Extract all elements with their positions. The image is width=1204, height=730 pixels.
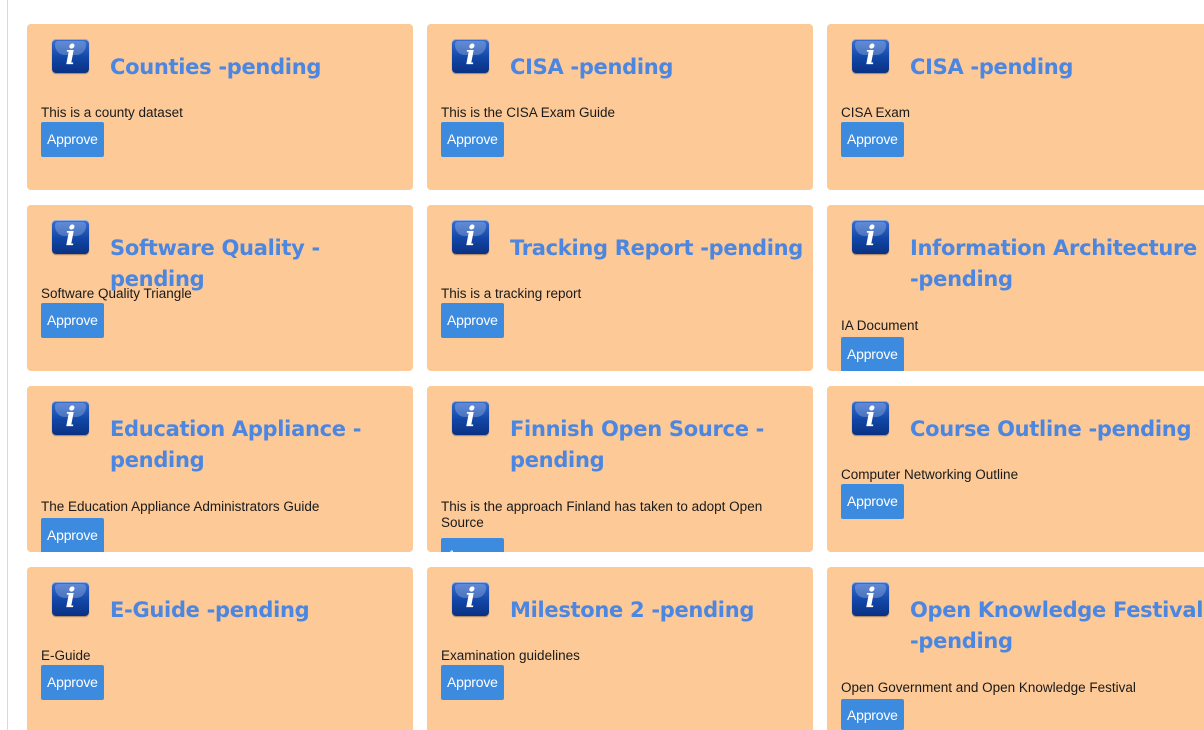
info-icon: i [852, 220, 889, 254]
card-title[interactable]: Information Architecture -pending [910, 233, 1204, 295]
approve-button[interactable]: Approve [841, 122, 904, 157]
approve-button[interactable]: Approve [41, 303, 104, 338]
card-description: CISA Exam [841, 105, 911, 120]
dataset-card: i Open Knowledge Festival -pending Open … [827, 567, 1204, 730]
dataset-card: i Milestone 2 -pending Examination guide… [427, 567, 813, 730]
approve-button[interactable]: Approve [441, 538, 504, 552]
card-title[interactable]: Finnish Open Source -pending [510, 414, 770, 476]
card-title[interactable]: Milestone 2 -pending [510, 595, 810, 626]
dataset-card: i CISA -pending This is the CISA Exam Gu… [427, 24, 813, 190]
dataset-card: i Education Appliance -pending The Educa… [27, 386, 413, 552]
approve-button[interactable]: Approve [441, 303, 504, 338]
approve-button[interactable]: Approve [41, 665, 104, 700]
approve-button[interactable]: Approve [841, 337, 904, 371]
info-icon: i [452, 401, 489, 435]
approve-button[interactable]: Approve [41, 518, 104, 552]
card-description: The Education Appliance Administrators G… [41, 499, 320, 514]
dataset-card: i E-Guide -pending E-Guide Approve [27, 567, 413, 730]
info-icon: i [452, 582, 489, 616]
card-description: This is a tracking report [441, 286, 582, 301]
card-description: This is a county dataset [41, 105, 183, 120]
approve-button[interactable]: Approve [441, 665, 504, 700]
left-divider [7, 0, 8, 730]
approve-button[interactable]: Approve [441, 122, 504, 157]
card-title[interactable]: Tracking Report -pending [510, 233, 810, 264]
card-description: Open Government and Open Knowledge Festi… [841, 680, 1136, 695]
info-icon: i [52, 220, 89, 254]
dataset-card: i Course Outline -pending Computer Netwo… [827, 386, 1204, 552]
card-description: This is the approach Finland has taken t… [441, 499, 763, 530]
info-icon: i [852, 582, 889, 616]
info-icon: i [52, 39, 89, 73]
card-title[interactable]: Open Knowledge Festival -pending [910, 595, 1204, 657]
dataset-card: i Tracking Report -pending This is a tra… [427, 205, 813, 371]
card-title[interactable]: Counties -pending [110, 52, 410, 83]
info-icon: i [852, 401, 889, 435]
info-icon: i [852, 39, 889, 73]
info-icon: i [52, 582, 89, 616]
card-description: E-Guide [41, 648, 91, 663]
dataset-card: i Finnish Open Source -pending This is t… [427, 386, 813, 552]
card-description: Examination guidelines [441, 648, 580, 663]
approve-button[interactable]: Approve [841, 484, 904, 519]
card-description: Computer Networking Outline [841, 467, 1019, 482]
card-title[interactable]: E-Guide -pending [110, 595, 410, 626]
dataset-card: i Software Quality -pending Software Qua… [27, 205, 413, 371]
card-description: IA Document [841, 318, 919, 333]
info-icon: i [452, 39, 489, 73]
approve-button[interactable]: Approve [41, 122, 104, 157]
info-icon: i [52, 401, 89, 435]
dataset-card: i CISA -pending CISA Exam Approve [827, 24, 1204, 190]
dataset-card: i Information Architecture -pending IA D… [827, 205, 1204, 371]
card-description: This is the CISA Exam Guide [441, 105, 616, 120]
card-title[interactable]: Education Appliance -pending [110, 414, 390, 476]
info-icon: i [452, 220, 489, 254]
card-title[interactable]: CISA -pending [510, 52, 810, 83]
approve-button[interactable]: Approve [841, 699, 904, 730]
dataset-card: i Counties -pending This is a county dat… [27, 24, 413, 190]
card-title[interactable]: Course Outline -pending [910, 414, 1204, 445]
card-description: Software Quality Triangle [41, 286, 192, 301]
card-title[interactable]: CISA -pending [910, 52, 1204, 83]
